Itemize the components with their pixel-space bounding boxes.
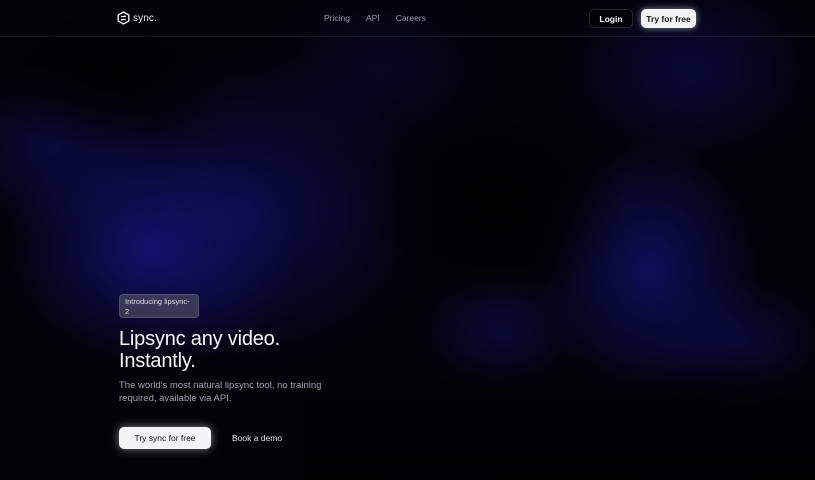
headline-line-1: Lipsync any video. [119,328,280,350]
background-shadow [300,350,815,480]
nav-link-api[interactable]: API [366,13,380,23]
nav-link-pricing[interactable]: Pricing [324,13,350,23]
brand-name: sync. [133,12,157,24]
book-demo-button[interactable]: Book a demo [226,427,288,449]
nav-link-careers[interactable]: Careers [396,13,426,23]
main-nav: Pricing API Careers [324,13,426,23]
try-sync-free-button[interactable]: Try sync for free [119,427,211,449]
background-shadow [360,100,630,310]
try-for-free-button[interactable]: Try for free [641,9,696,28]
announcement-badge[interactable]: Introducing lipsync-2 [119,294,199,318]
hero-background [0,0,815,480]
hero-headline: Lipsync any video. Instantly. [119,328,359,372]
site-header: sync. Pricing API Careers Login Try for … [0,0,815,37]
brand-logo[interactable]: sync. [117,11,157,25]
login-button[interactable]: Login [589,9,633,28]
hero-subtext: The world's most natural lipsync tool, n… [119,380,322,404]
sync-logo-icon [117,11,130,25]
headline-line-2: Instantly. [119,350,196,372]
